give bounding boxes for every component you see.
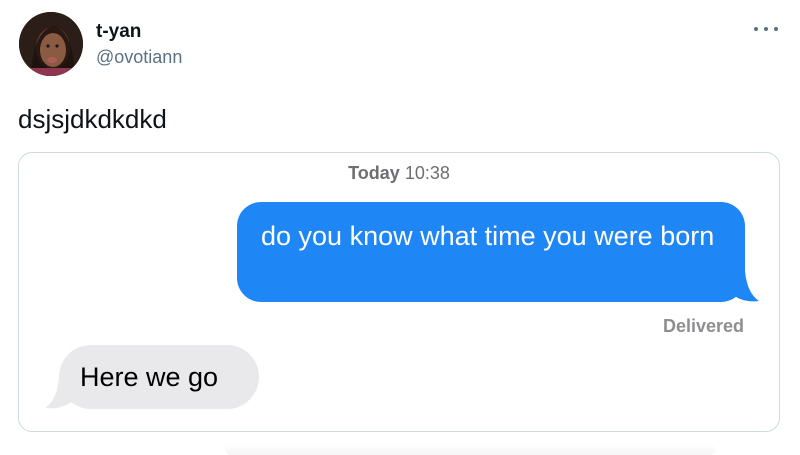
dot (774, 27, 778, 31)
author-display-name[interactable]: t-yan (96, 21, 141, 43)
more-horizontal-icon[interactable] (754, 22, 778, 36)
profile-photo (19, 12, 83, 76)
timestamp-day: Today (348, 163, 400, 183)
dot (764, 27, 768, 31)
incoming-bubble-tail (45, 378, 73, 409)
dot (754, 27, 758, 31)
media-attachment[interactable]: Today 10:38 do you know what time you we… (18, 152, 780, 432)
author-handle[interactable]: @ovotiann (96, 46, 182, 68)
tweet-text: dsjsjdkdkdkd (18, 104, 167, 134)
outgoing-message-bubble: do you know what time you were born (237, 202, 745, 302)
timestamp-time: 10:38 (404, 163, 450, 183)
message-timestamp: Today 10:38 (19, 162, 779, 184)
delivery-status: Delivered (662, 316, 744, 336)
outgoing-bubble-tail (731, 271, 759, 302)
divider-shadow (225, 444, 715, 455)
avatar[interactable] (19, 12, 83, 76)
incoming-message-bubble: Here we go (59, 345, 259, 409)
